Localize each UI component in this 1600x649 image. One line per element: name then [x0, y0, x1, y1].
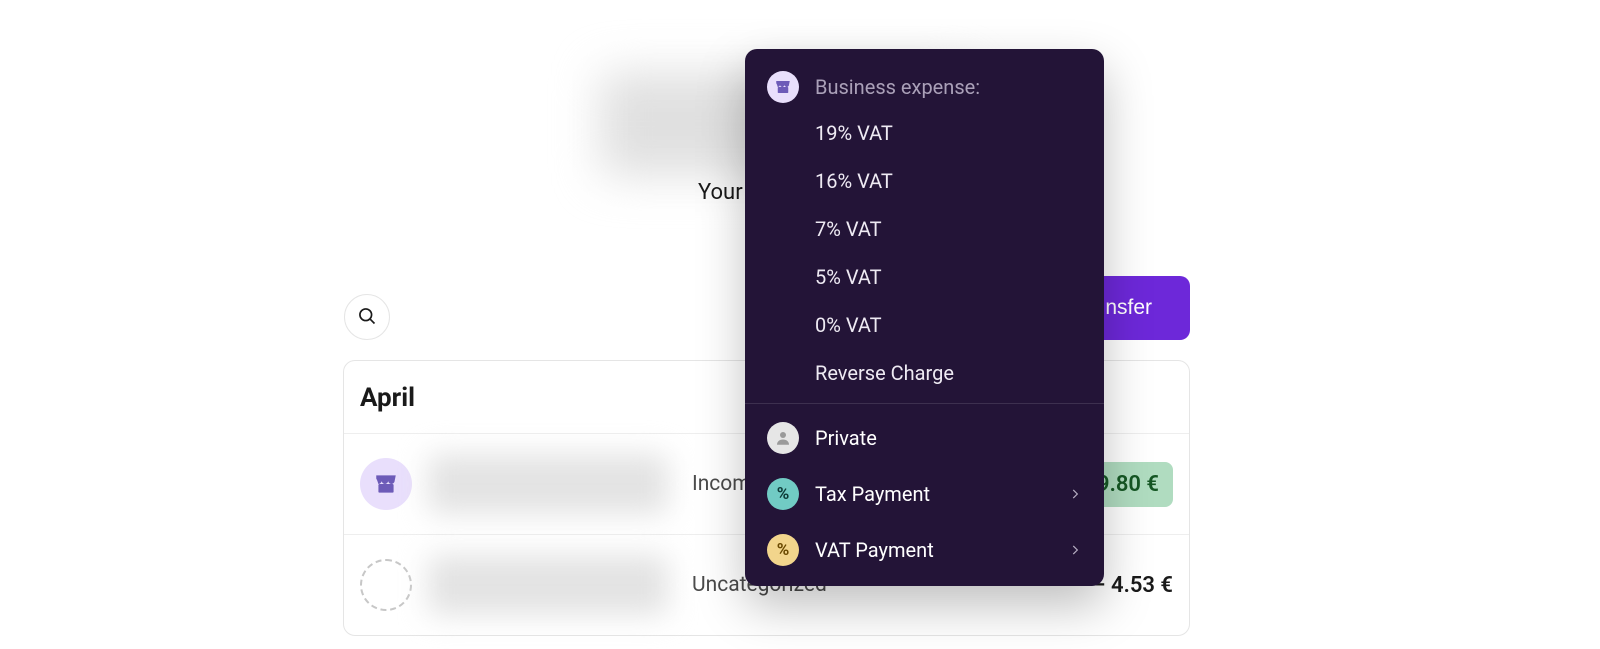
store-icon — [767, 71, 799, 103]
merchant-name-blurred — [428, 454, 668, 514]
transfer-button-label: nsfer — [1105, 296, 1152, 320]
merchant-name-blurred — [428, 555, 668, 615]
uncategorized-icon — [360, 559, 412, 611]
user-icon — [767, 422, 799, 454]
vat-option-19[interactable]: 19% VAT — [745, 109, 1104, 157]
vat-payment-label: VAT Payment — [815, 538, 934, 562]
vat-option-16[interactable]: 16% VAT — [745, 157, 1104, 205]
tax-payment-label: Tax Payment — [815, 482, 930, 506]
vat-option-0[interactable]: 0% VAT — [745, 301, 1104, 349]
category-popup: Business expense: 19% VAT 16% VAT 7% VAT… — [745, 49, 1104, 586]
private-label: Private — [815, 426, 877, 450]
search-button[interactable] — [344, 294, 390, 340]
percent-icon: % — [767, 534, 799, 566]
business-expense-label: Business expense: — [815, 75, 980, 99]
search-icon — [357, 306, 377, 329]
category-vat-payment[interactable]: % VAT Payment — [745, 522, 1104, 578]
category-tax-payment[interactable]: % Tax Payment — [745, 466, 1104, 522]
category-private[interactable]: Private — [745, 410, 1104, 466]
vat-option-7[interactable]: 7% VAT — [745, 205, 1104, 253]
business-expense-header: Business expense: — [745, 63, 1104, 109]
chevron-right-icon — [1068, 482, 1082, 506]
vat-option-reverse-charge[interactable]: Reverse Charge — [745, 349, 1104, 397]
chevron-right-icon — [1068, 538, 1082, 562]
store-icon — [360, 458, 412, 510]
balance-subtitle: Your — [698, 180, 743, 205]
popup-divider — [745, 403, 1104, 404]
vat-option-5[interactable]: 5% VAT — [745, 253, 1104, 301]
percent-icon: % — [767, 478, 799, 510]
